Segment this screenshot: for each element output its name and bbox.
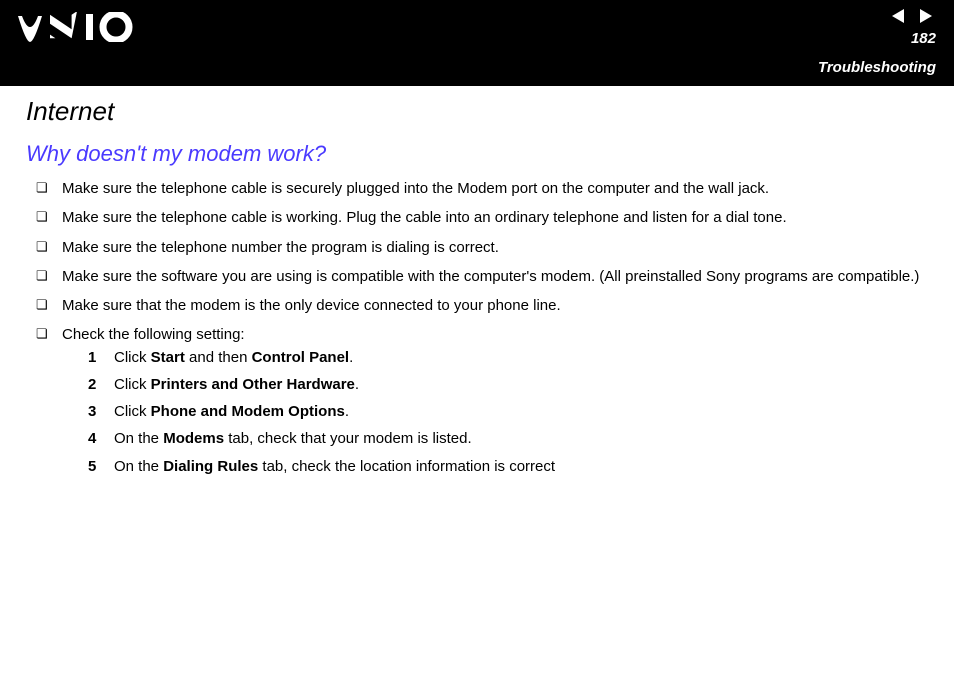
step-number: 3 xyxy=(88,402,96,422)
list-item: Make sure that the modem is the only dev… xyxy=(36,296,928,316)
page-content: Internet Why doesn't my modem work? Make… xyxy=(0,86,954,506)
page-title: Internet xyxy=(26,96,928,127)
list-item: Make sure the telephone number the progr… xyxy=(36,238,928,258)
list-item: Check the following setting: 1 Click Sta… xyxy=(36,325,928,477)
list-item-text: Check the following setting: xyxy=(62,326,245,343)
step-number: 1 xyxy=(88,348,96,368)
step-text: Click Start and then Control Panel. xyxy=(114,349,353,366)
page-number: 182 xyxy=(911,30,936,47)
step-text: On the Dialing Rules tab, check the loca… xyxy=(114,458,555,475)
document-header: 182 Troubleshooting xyxy=(0,0,954,86)
step-number: 2 xyxy=(88,375,96,395)
step-item: 1 Click Start and then Control Panel. xyxy=(88,348,928,368)
nav-arrows xyxy=(888,6,936,31)
question-heading: Why doesn't my modem work? xyxy=(26,141,928,167)
step-text: Click Phone and Modem Options. xyxy=(114,403,349,420)
list-item: Make sure the telephone cable is securel… xyxy=(36,179,928,199)
step-item: 3 Click Phone and Modem Options. xyxy=(88,402,928,422)
next-page-button[interactable] xyxy=(914,6,936,31)
step-number: 4 xyxy=(88,429,96,449)
section-label: Troubleshooting xyxy=(818,59,936,76)
step-item: 5 On the Dialing Rules tab, check the lo… xyxy=(88,457,928,477)
bullet-list: Make sure the telephone cable is securel… xyxy=(26,179,928,477)
step-text: On the Modems tab, check that your modem… xyxy=(114,430,472,447)
vaio-logo xyxy=(18,12,138,42)
step-number: 5 xyxy=(88,457,96,477)
step-item: 2 Click Printers and Other Hardware. xyxy=(88,375,928,395)
step-item: 4 On the Modems tab, check that your mod… xyxy=(88,429,928,449)
list-item: Make sure the software you are using is … xyxy=(36,267,928,287)
step-text: Click Printers and Other Hardware. xyxy=(114,376,359,393)
list-item: Make sure the telephone cable is working… xyxy=(36,208,928,228)
numbered-steps: 1 Click Start and then Control Panel. 2 … xyxy=(62,348,928,477)
prev-page-button[interactable] xyxy=(888,6,910,31)
